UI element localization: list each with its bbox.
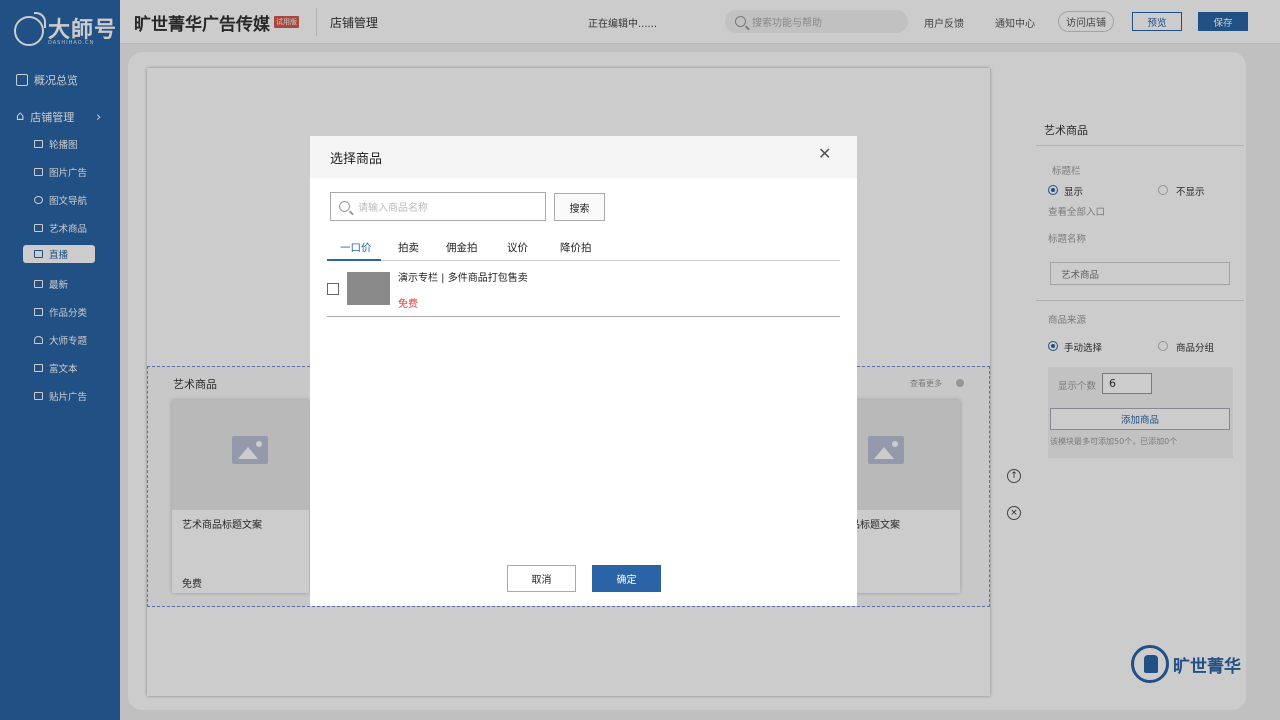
- search-icon: [339, 201, 350, 212]
- tab-negotiable[interactable]: 议价: [507, 240, 528, 255]
- tab-price-drop[interactable]: 降价拍: [560, 240, 592, 255]
- select-goods-modal: 选择商品 ✕ 请输入商品名称 搜索 一口价 拍卖 佣金拍 议价 降价拍 演示专栏…: [310, 136, 857, 606]
- goods-search-placeholder: 请输入商品名称: [358, 203, 428, 214]
- tab-auction[interactable]: 拍卖: [398, 240, 419, 255]
- modal-title: 选择商品: [330, 152, 383, 167]
- goods-row[interactable]: 演示专栏 | 多件商品打包售卖 免费: [327, 261, 840, 317]
- tab-commission[interactable]: 佣金拍: [446, 240, 478, 255]
- goods-search-input[interactable]: 请输入商品名称: [330, 192, 546, 221]
- goods-name: 演示专栏 | 多件商品打包售卖: [398, 273, 528, 284]
- goods-thumbnail: [347, 272, 390, 305]
- cancel-button[interactable]: 取消: [507, 565, 576, 592]
- goods-price: 免费: [398, 299, 418, 310]
- search-button[interactable]: 搜索: [554, 193, 605, 221]
- modal-header: 选择商品 ✕: [310, 136, 857, 178]
- confirm-button[interactable]: 确定: [592, 565, 661, 592]
- close-icon[interactable]: ✕: [818, 146, 831, 162]
- price-type-tabs: 一口价 拍卖 佣金拍 议价 降价拍: [327, 238, 840, 261]
- tab-fixed-price[interactable]: 一口价: [340, 240, 372, 255]
- goods-checkbox[interactable]: [327, 283, 339, 295]
